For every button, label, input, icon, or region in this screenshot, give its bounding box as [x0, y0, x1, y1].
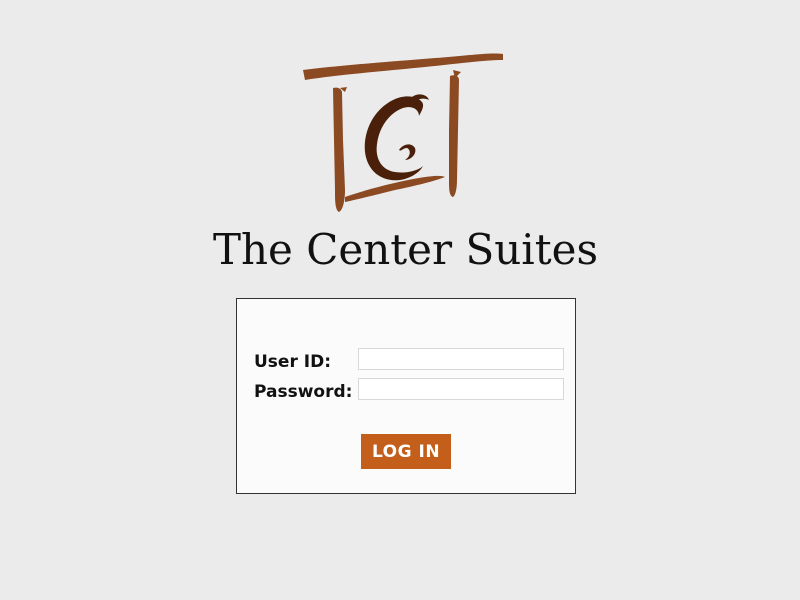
login-form: User ID: Password: LOG IN: [236, 298, 576, 494]
password-input[interactable]: [358, 378, 564, 400]
user-id-label: User ID:: [254, 352, 331, 372]
login-button[interactable]: LOG IN: [361, 434, 451, 469]
password-label: Password:: [254, 382, 353, 402]
brand-logo: [295, 40, 515, 220]
user-id-input[interactable]: [358, 348, 564, 370]
tcs-brush-logo-icon: [303, 53, 503, 212]
brand-name: The Center Suites: [212, 225, 598, 274]
